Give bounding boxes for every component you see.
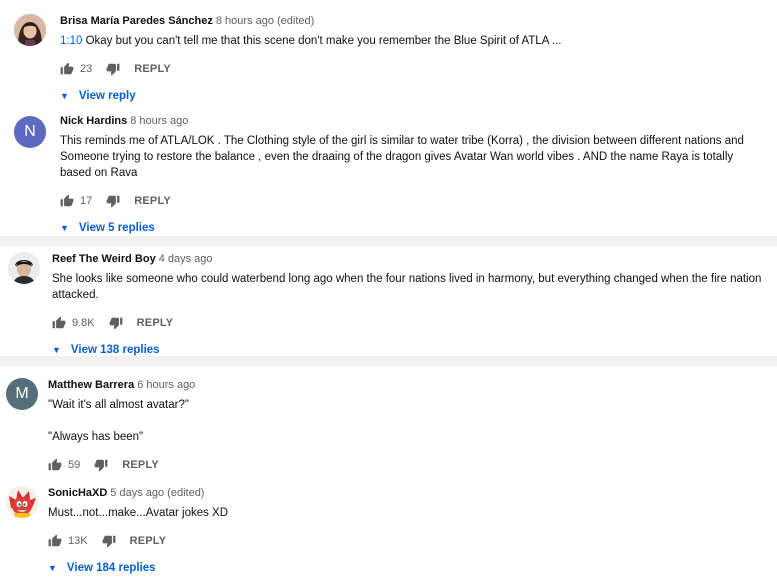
comment-text-line: "Always has been" [48,431,144,443]
comment-text-line: "Wait it's all almost avatar?" [48,399,189,411]
like-count: 9.8K [72,317,95,329]
comments-section: Brisa María Paredes Sánchez 8 hours ago (… [0,0,777,574]
comment-header: Nick Hardins 8 hours ago [60,114,760,128]
view-replies-button[interactable]: ▼ View reply [60,87,760,105]
comment-header: Reef The Weird Boy 4 days ago [52,252,762,266]
comment-time[interactable]: 6 hours ago [137,379,195,391]
comment-actions: 17 REPLY [60,191,760,211]
thumbs-down-icon[interactable] [94,458,108,472]
thumbs-up-icon[interactable] [60,194,74,208]
avatar[interactable]: N [14,116,46,148]
comment-actions: 9.8K REPLY [52,313,762,333]
avatar-letter: M [15,385,29,402]
view-replies-button[interactable]: ▼ View 184 replies [48,559,760,577]
comment-text: This reminds me of ATLA/LOK . The Clothi… [60,135,744,179]
avatar[interactable] [14,14,46,46]
view-replies-label: View 184 replies [66,562,156,574]
avatar-letter: N [24,123,36,140]
thumbs-down-icon[interactable] [109,316,123,330]
view-replies-label: View 5 replies [78,222,155,234]
avatar[interactable] [6,486,38,518]
comment-time[interactable]: 8 hours ago (edited) [216,15,314,27]
thumbs-up-icon[interactable] [48,458,62,472]
reply-button[interactable]: REPLY [134,63,171,75]
caret-down-icon: ▼ [48,563,57,573]
comment-card: N Nick Hardins 8 hours ago This reminds m… [0,104,777,236]
comment-body: Matthew Barrera 6 hours ago "Wait it's al… [48,378,760,475]
comment-text: 1:10 Okay but you can't tell me that thi… [60,33,760,49]
reply-button[interactable]: REPLY [137,317,174,329]
thumbs-down-icon[interactable] [106,62,120,76]
thumbs-up-icon[interactable] [60,62,74,76]
timestamp-link[interactable]: 1:10 [60,35,82,47]
comment-text: "Wait it's all almost avatar?" "Always h… [48,397,760,445]
author-name[interactable]: Matthew Barrera [48,379,134,391]
comment-actions: 23 REPLY [60,59,760,79]
view-replies-label: View reply [78,90,136,102]
comment-header: Matthew Barrera 6 hours ago [48,378,760,392]
comment-card: Brisa María Paredes Sánchez 8 hours ago (… [0,0,777,104]
caret-down-icon: ▼ [60,223,69,233]
thumbs-down-icon[interactable] [102,534,116,548]
view-replies-button[interactable]: ▼ View 5 replies [60,219,760,237]
comment-text-content: Okay but you can't tell me that this sce… [85,35,562,47]
comment-text: She looks like someone who could waterbe… [52,273,762,301]
reply-button[interactable]: REPLY [130,535,167,547]
view-replies-label: View 138 replies [70,344,160,356]
caret-down-icon: ▼ [60,91,69,101]
avatar[interactable] [8,252,40,284]
like-count: 23 [80,63,93,75]
author-name[interactable]: Reef The Weird Boy [52,253,156,265]
comment-text: Must...not...make...Avatar jokes XD [48,507,229,519]
comment-body: Nick Hardins 8 hours ago This reminds me … [60,114,760,237]
comment-body: SonicHaXD 5 days ago (edited) Must...not.… [48,486,760,577]
like-count: 13K [68,535,88,547]
reply-button[interactable]: REPLY [134,195,171,207]
comment-body: Brisa María Paredes Sánchez 8 hours ago (… [60,14,760,105]
reply-button[interactable]: REPLY [122,459,159,471]
avatar[interactable]: M [6,378,38,410]
comment-body: Reef The Weird Boy 4 days ago She looks l… [52,252,762,359]
comment-card: Reef The Weird Boy 4 days ago She looks l… [0,246,777,356]
comment-card: M Matthew Barrera 6 hours ago "Wait it's … [0,366,777,474]
comment-time[interactable]: 8 hours ago [130,115,188,127]
thumbs-down-icon[interactable] [106,194,120,208]
comment-actions: 59 REPLY [48,455,760,475]
author-name[interactable]: SonicHaXD [48,487,107,499]
comment-time[interactable]: 4 days ago [159,253,213,265]
comment-header: SonicHaXD 5 days ago (edited) [48,486,760,500]
caret-down-icon: ▼ [52,345,61,355]
comment-time[interactable]: 5 days ago (edited) [110,487,204,499]
thumbs-up-icon[interactable] [48,534,62,548]
author-name[interactable]: Nick Hardins [60,115,127,127]
comment-separator [0,356,777,366]
like-count: 17 [80,195,93,207]
comment-card: SonicHaXD 5 days ago (edited) Must...not.… [0,474,777,574]
comment-separator [0,236,777,246]
comment-actions: 13K REPLY [48,531,760,551]
author-name[interactable]: Brisa María Paredes Sánchez [60,15,213,27]
thumbs-up-icon[interactable] [52,316,66,330]
comment-header: Brisa María Paredes Sánchez 8 hours ago (… [60,14,760,28]
like-count: 59 [68,459,81,471]
